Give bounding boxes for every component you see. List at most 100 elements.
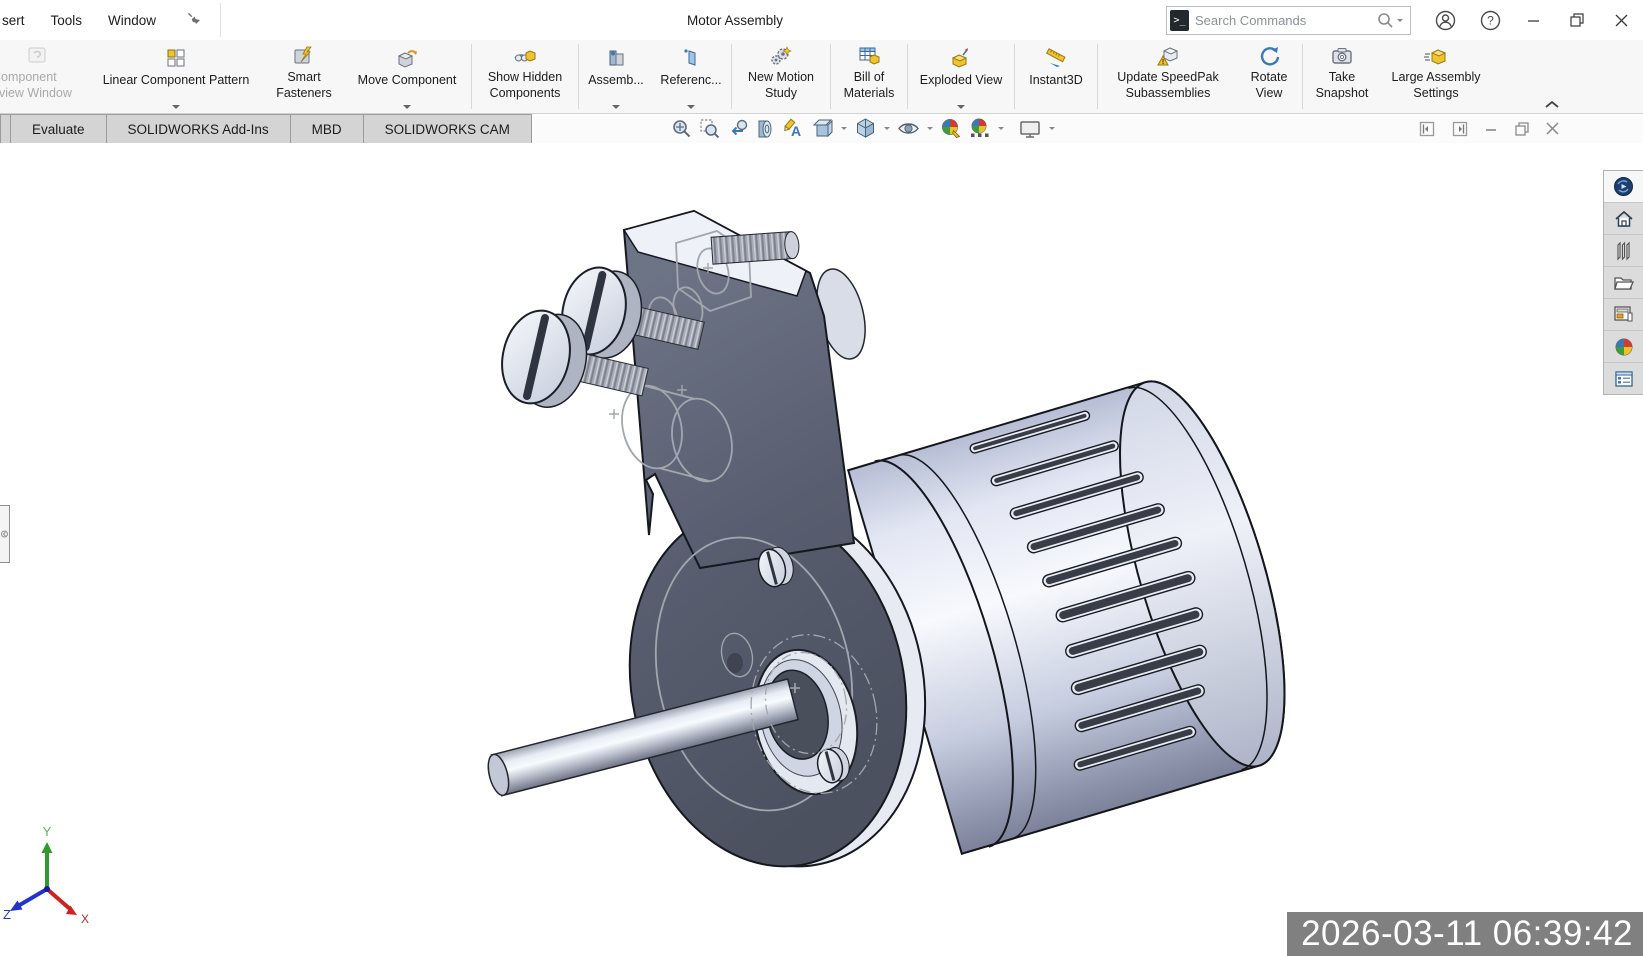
view-settings-icon[interactable] <box>1018 116 1043 141</box>
view-orientation-caret[interactable] <box>841 127 847 130</box>
menu-window[interactable]: Window <box>108 13 156 28</box>
ribbon-button-exploded-view[interactable]: Exploded View <box>909 40 1013 113</box>
search-commands-box[interactable]: >_ <box>1166 6 1411 35</box>
instant3d-icon <box>1044 45 1068 71</box>
tab-mbd[interactable]: MBD <box>290 114 364 143</box>
search-dropdown-caret[interactable] <box>1397 19 1403 22</box>
ribbon-button-reference-geometry[interactable]: Referenc... <box>652 40 730 113</box>
restore-button[interactable] <box>1555 0 1599 40</box>
command-prompt-icon: >_ <box>1170 10 1189 31</box>
dropdown-caret[interactable] <box>687 105 695 109</box>
doc-restore-button[interactable] <box>1515 122 1529 136</box>
edit-appearance-icon[interactable] <box>939 116 964 141</box>
previous-view-icon[interactable] <box>726 116 751 141</box>
dropdown-caret[interactable] <box>612 105 620 109</box>
collapse-ribbon-chevron[interactable] <box>1545 100 1559 108</box>
threaded-stud[interactable] <box>711 231 800 264</box>
ribbon-separator <box>1014 44 1015 109</box>
ribbon-button-show-hidden-components[interactable]: Show Hidden Components <box>473 40 577 113</box>
tab-evaluate[interactable]: Evaluate <box>10 114 107 143</box>
show-hidden-components-icon <box>512 45 538 68</box>
display-style-icon[interactable] <box>853 116 878 141</box>
hide-show-items-caret[interactable] <box>927 127 933 130</box>
ribbon-button-assembly-features[interactable]: Assemb... <box>580 40 652 113</box>
dropdown-caret[interactable] <box>172 105 180 109</box>
view-settings-caret[interactable] <box>1049 127 1055 130</box>
linear-component-pattern-icon <box>165 45 187 71</box>
component-preview-window-icon <box>26 45 48 68</box>
view-orientation-icon[interactable] <box>810 116 835 141</box>
ribbon-button-smart-fasteners[interactable]: Smart Fasteners <box>264 40 344 113</box>
pin-menu-icon[interactable] <box>186 13 202 27</box>
update-speedpak-icon: ! <box>1156 45 1180 68</box>
document-title: Motor Assembly <box>687 0 783 40</box>
orientation-triad: Y Z X <box>2 824 122 932</box>
ribbon-button-move-component[interactable]: Move Component <box>344 40 470 113</box>
hide-show-items-icon[interactable] <box>896 116 921 141</box>
task-pane-view-palette[interactable] <box>1604 299 1643 331</box>
search-input[interactable] <box>1189 13 1377 28</box>
dropdown-caret[interactable] <box>957 105 965 109</box>
pane-previous-icon[interactable] <box>1419 121 1435 137</box>
smart-fasteners-icon <box>292 45 316 68</box>
reference-geometry-icon <box>680 45 702 71</box>
set-screw-mark <box>727 653 743 673</box>
triad-y-label: Y <box>43 824 52 839</box>
assembly-features-icon <box>605 45 627 71</box>
task-pane-home[interactable] <box>1604 203 1643 235</box>
ribbon-button-take-snapshot[interactable]: Take Snapshot <box>1304 40 1380 113</box>
task-pane-design-library[interactable] <box>1604 235 1643 267</box>
task-pane-appearances[interactable] <box>1604 331 1643 363</box>
collapsed-panel-tab[interactable] <box>0 505 10 563</box>
ribbon-button-instant3d[interactable]: Instant3D <box>1016 40 1096 113</box>
title-bar: sert Tools Window Motor Assembly >_ ? <box>0 0 1643 40</box>
tab-solidworks-cam[interactable]: SOLIDWORKS CAM <box>363 114 532 143</box>
doc-close-button[interactable] <box>1546 122 1559 135</box>
account-icon[interactable] <box>1435 10 1456 31</box>
task-pane-rail <box>1603 170 1643 395</box>
annotation-visibility-icon[interactable]: A <box>782 116 807 141</box>
triad-x-label: X <box>81 912 89 926</box>
graphics-area[interactable]: Y Z X 2026-03-11 06:39:42 <box>0 143 1643 956</box>
command-manager-tab-row: Evaluate SOLIDWORKS Add-Ins MBD SOLIDWOR… <box>0 114 1643 144</box>
pane-next-icon[interactable] <box>1452 121 1468 137</box>
ribbon-separator <box>578 44 579 109</box>
triad-z-label: Z <box>3 907 11 922</box>
tab-solidworks-add-ins[interactable]: SOLIDWORKS Add-Ins <box>106 114 291 143</box>
3d-model-motor-assembly[interactable] <box>0 143 1643 956</box>
section-view-icon[interactable] <box>754 116 779 141</box>
exploded-view-icon <box>949 45 973 71</box>
ribbon-button-linear-component-pattern[interactable]: Linear Component Pattern <box>88 40 264 113</box>
ribbon-button-new-motion-study[interactable]: New Motion Study <box>733 40 829 113</box>
search-icon[interactable] <box>1377 12 1394 29</box>
zoom-to-fit-icon[interactable] <box>670 116 695 141</box>
zoom-to-area-icon[interactable] <box>698 116 723 141</box>
svg-text:!: ! <box>1162 59 1164 66</box>
menu-insert[interactable]: sert <box>2 13 25 28</box>
ribbon-button-component-preview-window[interactable]: Component eview Window <box>0 40 88 113</box>
apply-scene-icon[interactable] <box>967 116 992 141</box>
document-window-controls <box>1419 114 1559 143</box>
dropdown-caret[interactable] <box>403 105 411 109</box>
ribbon-button-bill-of-materials[interactable]: Bill of Materials <box>832 40 906 113</box>
ribbon-separator <box>1302 44 1303 109</box>
ribbon-button-large-assembly-settings[interactable]: Large Assembly Settings <box>1380 40 1492 113</box>
help-icon[interactable]: ? <box>1480 10 1501 31</box>
move-component-icon <box>395 45 419 71</box>
display-style-caret[interactable] <box>884 127 890 130</box>
menu-bar: sert Tools Window <box>0 13 202 28</box>
ribbon-button-update-speedpak-subassemblies[interactable]: ! Update SpeedPak Subassemblies <box>1099 40 1237 113</box>
menu-tools[interactable]: Tools <box>51 13 83 28</box>
task-pane-3dexperience[interactable] <box>1604 171 1643 203</box>
close-button[interactable] <box>1599 0 1643 40</box>
doc-minimize-button[interactable] <box>1485 122 1498 135</box>
ribbon-separator <box>471 44 472 109</box>
task-pane-custom-properties[interactable] <box>1604 363 1643 394</box>
task-pane-file-explorer[interactable] <box>1604 267 1643 299</box>
ribbon-separator <box>830 44 831 109</box>
ribbon-button-rotate-view[interactable]: Rotate View <box>1237 40 1301 113</box>
apply-scene-caret[interactable] <box>998 127 1004 130</box>
heads-up-view-toolbar: A <box>670 114 1058 143</box>
motor-body[interactable] <box>848 364 1319 855</box>
minimize-button[interactable] <box>1511 0 1555 40</box>
